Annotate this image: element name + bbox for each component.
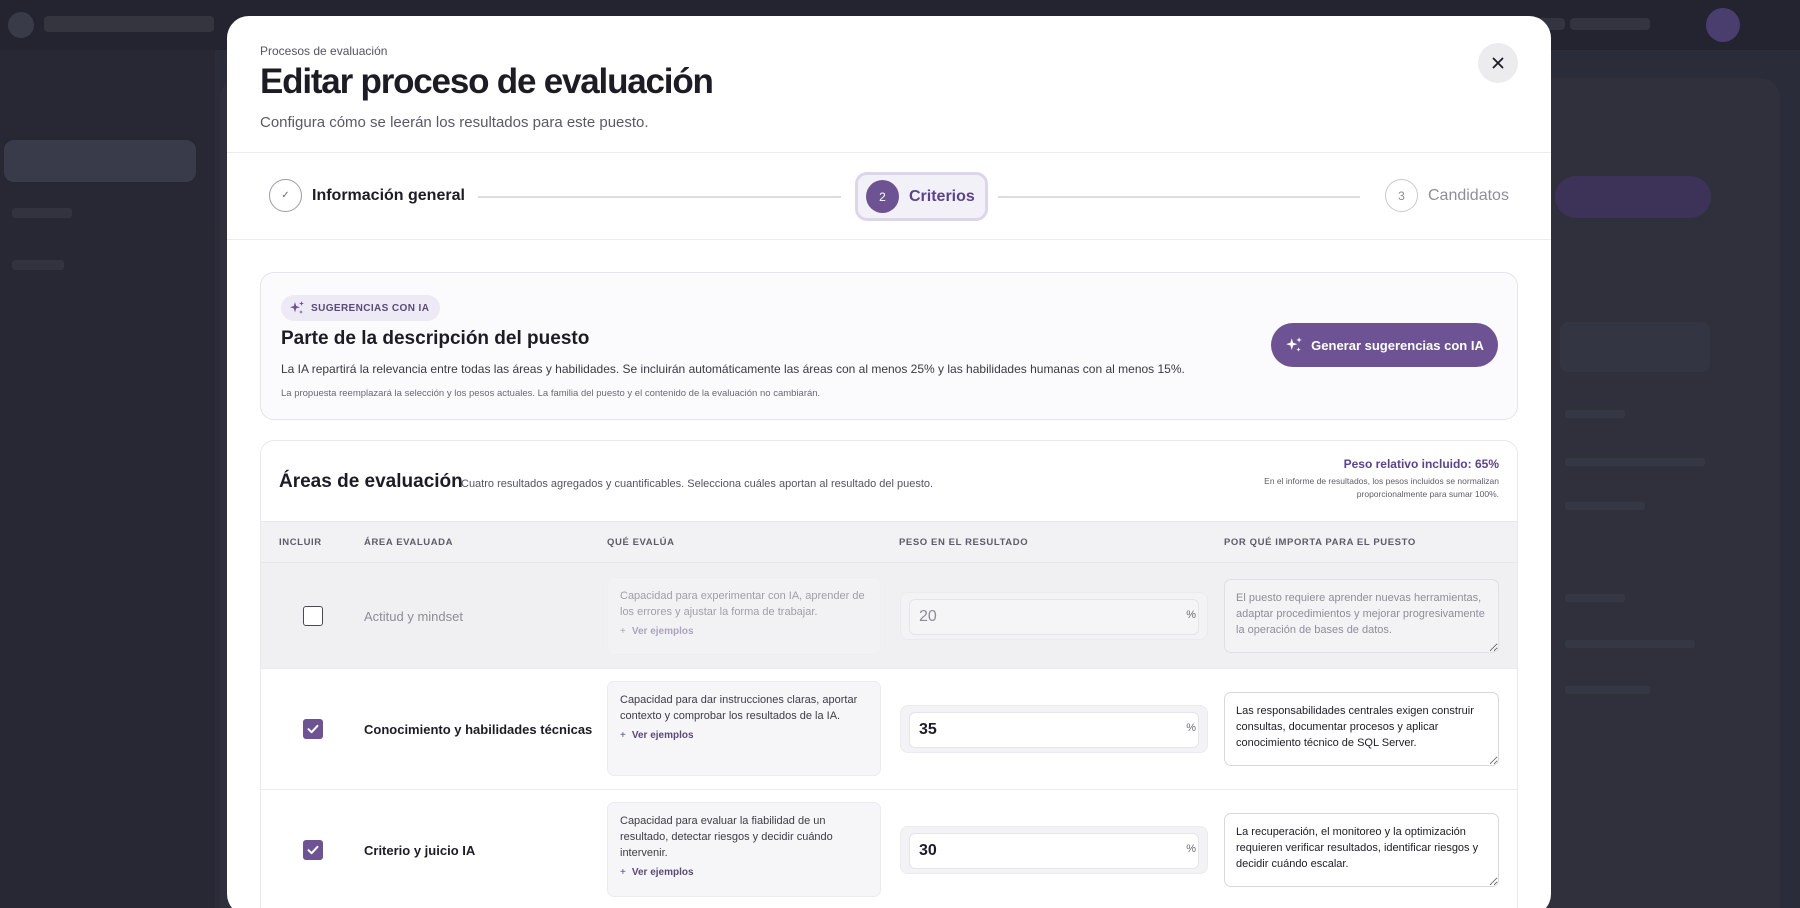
see-examples-label: Ver ejemplos <box>631 626 694 637</box>
background-primary-button <box>1555 176 1711 218</box>
plus-icon: + <box>620 626 626 637</box>
weight-total: Peso relativo incluido: 65% <box>1343 457 1499 471</box>
background-text-line <box>1565 594 1625 602</box>
background-text-line <box>1565 686 1650 694</box>
breadcrumb: Procesos de evaluación <box>260 44 388 58</box>
evaluation-areas-card: Áreas de evaluación Cuatro resultados ag… <box>260 440 1518 908</box>
checkmark-icon <box>307 845 319 855</box>
percent-sign: % <box>1186 843 1196 855</box>
weight-box: % <box>900 826 1208 874</box>
step-number: 3 <box>1385 179 1418 212</box>
step-label: Candidatos <box>1428 186 1509 204</box>
evaluates-text: Capacidad para dar instrucciones claras,… <box>620 694 858 722</box>
step-label: Información general <box>312 186 465 204</box>
close-button[interactable] <box>1478 43 1518 83</box>
step-connector <box>998 196 1360 198</box>
column-header-include: INCLUIR <box>279 537 322 548</box>
sidebar-item <box>12 260 64 270</box>
background-text-line <box>1565 640 1695 648</box>
see-examples-link[interactable]: + Ver ejemplos <box>620 730 868 741</box>
sidebar-item-active <box>4 140 196 182</box>
sidebar-item <box>12 208 72 218</box>
app-logo-icon <box>8 12 34 38</box>
column-header-evaluates: QUÉ EVALÚA <box>607 537 675 548</box>
column-header-reason: POR QUÉ IMPORTA PARA EL PUESTO <box>1224 537 1416 548</box>
background-sidebar <box>0 50 215 908</box>
sparkles-icon <box>290 301 304 314</box>
step-candidates[interactable]: 3 Candidatos <box>1385 179 1509 212</box>
include-checkbox[interactable] <box>303 606 323 626</box>
weight-note-line: proporcionalmente para sumar 100%. <box>1356 489 1499 499</box>
app-logo-wordmark <box>44 16 214 32</box>
ai-card-description: La IA repartirá la relevancia entre toda… <box>281 362 1185 376</box>
include-checkbox[interactable] <box>303 840 323 860</box>
area-name: Conocimiento y habilidades técnicas <box>364 722 593 737</box>
page-title: Editar proceso de evaluación <box>260 62 714 101</box>
ai-suggestions-card: SUGERENCIAS CON IA Parte de la descripci… <box>260 272 1518 420</box>
percent-sign: % <box>1186 609 1196 621</box>
topbar-link-placeholder <box>1570 18 1650 30</box>
table-row: Actitud y mindset Capacidad para experim… <box>261 563 1517 669</box>
step-check-icon: ✓ <box>269 179 302 212</box>
evaluates-box: Capacidad para dar instrucciones claras,… <box>607 681 881 776</box>
weight-input[interactable] <box>909 833 1199 869</box>
background-text-line <box>1565 458 1705 466</box>
include-checkbox[interactable] <box>303 719 323 739</box>
edit-evaluation-modal: Procesos de evaluación Editar proceso de… <box>227 16 1551 908</box>
weight-summary: Peso relativo incluido: 65% En el inform… <box>1199 457 1499 501</box>
ai-badge-label: SUGERENCIAS CON IA <box>311 302 430 314</box>
close-icon <box>1492 57 1504 69</box>
see-examples-link[interactable]: + Ver ejemplos <box>620 867 868 878</box>
see-examples-label: Ver ejemplos <box>631 867 694 878</box>
weight-note: En el informe de resultados, los pesos i… <box>1199 475 1499 501</box>
plus-icon: + <box>620 867 626 878</box>
weight-note-line: En el informe de resultados, los pesos i… <box>1264 476 1499 486</box>
sparkles-icon <box>1286 337 1303 352</box>
page-subtitle: Configura cómo se leerán los resultados … <box>260 114 649 131</box>
table-header: INCLUIR ÁREA EVALUADA QUÉ EVALÚA PESO EN… <box>261 521 1517 563</box>
modal-header: Procesos de evaluación Editar proceso de… <box>227 16 1551 153</box>
areas-description: Cuatro resultados agregados y cuantifica… <box>461 478 934 490</box>
reason-textarea[interactable]: El puesto requiere aprender nuevas herra… <box>1224 579 1499 653</box>
background-card <box>1560 322 1710 372</box>
generate-ai-suggestions-label: Generar sugerencias con IA <box>1311 337 1484 353</box>
evaluates-text: Capacidad para experimentar con IA, apre… <box>620 590 865 618</box>
step-label: Criterios <box>909 187 975 205</box>
ai-card-title: Parte de la descripción del puesto <box>281 328 590 349</box>
area-name: Actitud y mindset <box>364 609 463 624</box>
evaluates-box: Capacidad para evaluar la fiabilidad de … <box>607 802 881 897</box>
percent-sign: % <box>1186 722 1196 734</box>
table-row: Conocimiento y habilidades técnicas Capa… <box>261 669 1517 790</box>
background-text-line <box>1565 502 1645 510</box>
weight-box: % <box>900 592 1208 640</box>
weight-input[interactable] <box>909 712 1199 748</box>
ai-card-note: La propuesta reemplazará la selección y … <box>281 388 821 399</box>
areas-title: Áreas de evaluación <box>279 471 463 492</box>
generate-ai-suggestions-button[interactable]: Generar sugerencias con IA <box>1271 323 1498 367</box>
plus-icon: + <box>620 730 626 741</box>
column-header-weight: PESO EN EL RESULTADO <box>899 537 1029 548</box>
step-number: 2 <box>866 180 899 213</box>
see-examples-link[interactable]: + Ver ejemplos <box>620 626 868 637</box>
column-header-area: ÁREA EVALUADA <box>364 537 454 548</box>
table-row: Criterio y juicio IA Capacidad para eval… <box>261 790 1517 908</box>
checkmark-icon <box>307 724 319 734</box>
step-general-info[interactable]: ✓ Información general <box>269 179 465 212</box>
area-name: Criterio y juicio IA <box>364 843 476 858</box>
evaluates-box: Capacidad para experimentar con IA, apre… <box>607 577 881 655</box>
avatar <box>1706 8 1740 42</box>
evaluates-text: Capacidad para evaluar la fiabilidad de … <box>620 815 833 859</box>
weight-box: % <box>900 705 1208 753</box>
ai-badge: SUGERENCIAS CON IA <box>281 295 441 321</box>
step-criteria[interactable]: 2 Criterios <box>855 172 988 221</box>
step-connector <box>478 196 841 198</box>
reason-textarea[interactable]: La recuperación, el monitoreo y la optim… <box>1224 813 1499 887</box>
background-text-line <box>1565 410 1625 418</box>
weight-input[interactable] <box>909 599 1199 635</box>
stepper: ✓ Información general 2 Criterios 3 Cand… <box>227 153 1551 240</box>
see-examples-label: Ver ejemplos <box>631 730 694 741</box>
reason-textarea[interactable]: Las responsabilidades centrales exigen c… <box>1224 692 1499 766</box>
